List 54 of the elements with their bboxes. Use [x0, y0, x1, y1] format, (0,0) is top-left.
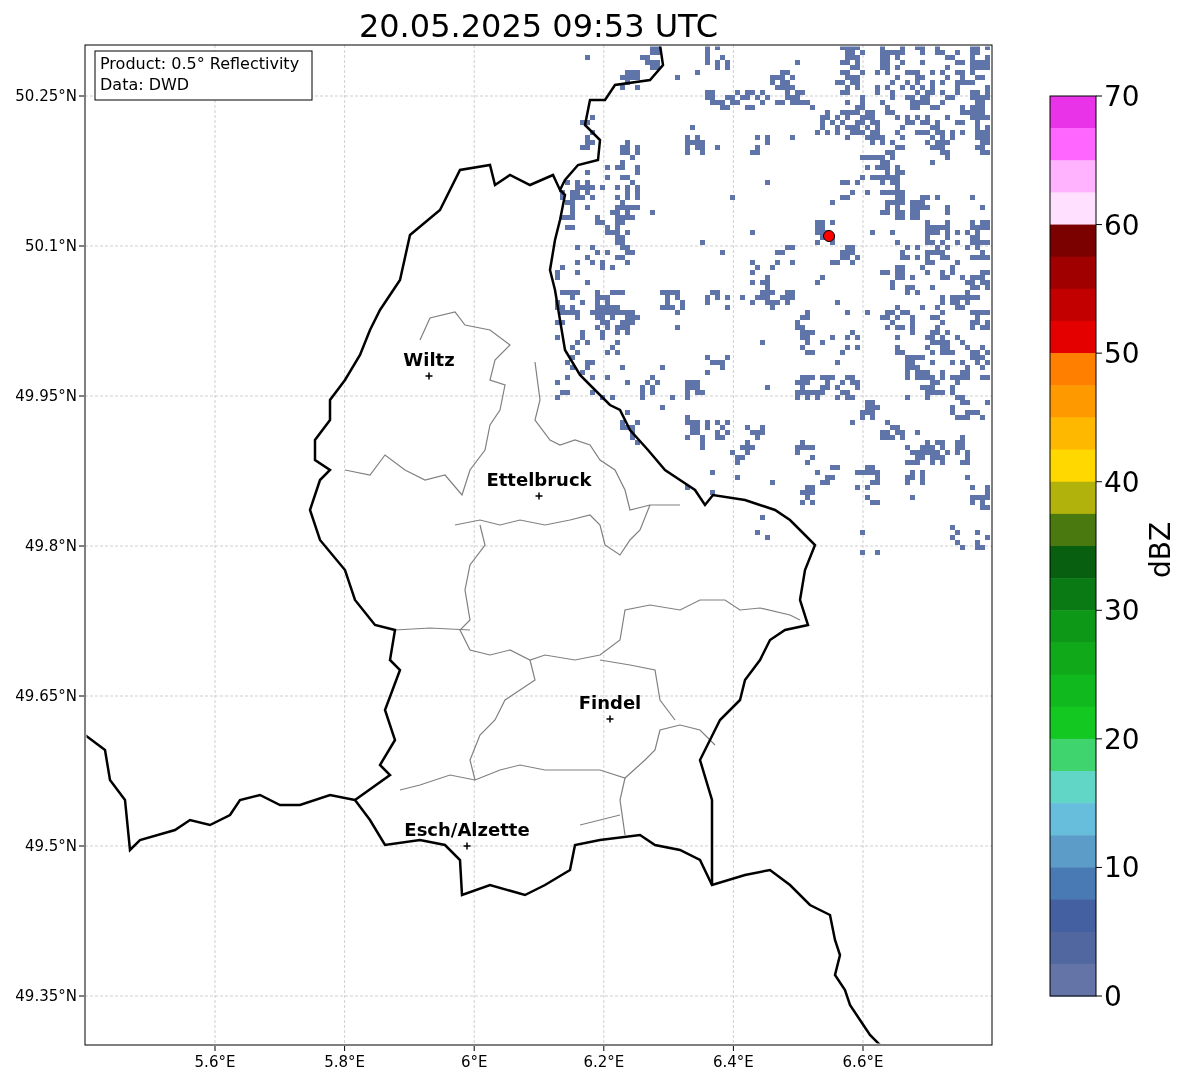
city-label: Ettelbruck [486, 469, 592, 490]
axis-tick-label: 49.8°N [24, 537, 77, 555]
colorbar-tick-label: 20 [1104, 722, 1140, 756]
city-label: Wiltz [403, 349, 455, 370]
tick-mark [78, 545, 85, 547]
tick-mark [1095, 866, 1103, 868]
axis-tick-label: 5.8°E [324, 1053, 365, 1071]
tick-mark [1095, 95, 1103, 97]
info-text: Data: DWD [100, 75, 190, 94]
plus-marker [605, 714, 615, 724]
axis-tick-label: 50.1°N [24, 237, 77, 255]
colorbar-tick-label: 60 [1104, 208, 1140, 242]
tick-mark [214, 1045, 216, 1052]
tick-mark [78, 95, 85, 97]
tick-mark [1095, 352, 1103, 354]
axis-tick-label: 5.6°E [194, 1053, 236, 1071]
axis-tick-label: 6.6°E [842, 1053, 884, 1071]
tick-mark [1095, 609, 1103, 611]
colorbar-label: dBZ [1144, 521, 1177, 579]
colorbar-tick-label: 50 [1104, 337, 1140, 371]
tick-mark [78, 395, 85, 397]
city-label: Findel [578, 692, 642, 713]
axis-tick-label: 6.4°E [713, 1053, 754, 1071]
tick-mark [1095, 481, 1103, 483]
plus-marker [424, 371, 434, 381]
tick-mark [473, 1045, 475, 1052]
tick-mark [78, 845, 85, 847]
plus-marker [462, 841, 472, 851]
tick-mark [78, 995, 85, 997]
axis-tick-label: 49.35°N [15, 987, 77, 1005]
axis-tick-label: 6.2°E [583, 1053, 625, 1071]
colorbar-tick-label: 10 [1104, 851, 1140, 885]
colorbar-tick-label: 30 [1104, 594, 1140, 628]
tick-mark [603, 1045, 605, 1052]
tick-mark [732, 1045, 734, 1052]
tick-mark [78, 245, 85, 247]
colorbar-tick-label: 0 [1104, 980, 1122, 1013]
axis-tick-label: 50.25°N [15, 87, 77, 105]
chart-title: 20.05.2025 09:53 UTC [357, 6, 720, 45]
tick-mark [1095, 995, 1103, 997]
colorbar-tick-label: 40 [1104, 465, 1140, 499]
tick-mark [78, 695, 85, 697]
info-text: Product: 0.5° Reflectivity [100, 54, 300, 73]
tick-mark [344, 1045, 346, 1052]
axis-tick-label: 49.95°N [15, 387, 77, 405]
axis-tick-label: 49.5°N [24, 837, 77, 855]
colorbar-tick-label: 70 [1104, 80, 1140, 113]
axis-tick-label: 6°E [460, 1053, 488, 1071]
tick-mark [1095, 738, 1103, 740]
tick-mark [862, 1045, 864, 1052]
tick-mark [1095, 224, 1103, 226]
plus-marker [534, 491, 544, 501]
axis-tick-label: 49.65°N [15, 687, 77, 705]
city-label: Esch/Alzette [404, 819, 530, 840]
